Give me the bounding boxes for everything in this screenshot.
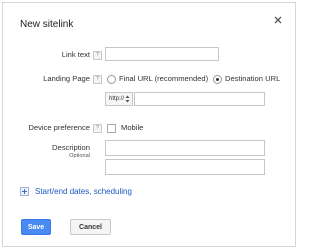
link-text-label: Link text [61,50,90,59]
landing-page-label: Landing Page [43,74,90,83]
dates-scheduling-link[interactable]: Start/end dates, scheduling [35,187,132,196]
protocol-select-value: http:// [109,96,125,102]
description-line1-input[interactable] [105,140,265,156]
cancel-button[interactable]: Cancel [70,219,111,235]
link-text-input[interactable] [105,47,219,61]
select-arrows-icon [125,95,130,103]
save-button[interactable]: Save [21,219,51,235]
dates-scheduling-expander[interactable]: Start/end dates, scheduling [20,187,132,196]
new-sitelink-dialog: New sitelink Link text ? Landing Page ? … [2,2,296,247]
description-optional-label: Optional [69,153,90,159]
dialog-title: New sitelink [20,19,74,30]
destination-url-radio-label[interactable]: Destination URL [225,74,280,83]
mobile-checkbox-label[interactable]: Mobile [121,123,143,132]
final-url-radio-label[interactable]: Final URL (recommended) [119,74,208,83]
device-preference-help-icon[interactable]: ? [93,124,102,133]
destination-url-radio[interactable] [213,75,222,84]
destination-url-input[interactable] [134,92,265,106]
landing-page-help-icon[interactable]: ? [93,75,102,84]
final-url-radio[interactable] [107,75,116,84]
description-line2-input[interactable] [105,159,265,175]
close-icon[interactable] [271,13,285,27]
plus-box-icon [20,187,29,196]
mobile-checkbox[interactable] [107,124,116,133]
description-label: Description [52,143,90,152]
device-preference-label: Device preference [28,123,90,132]
link-text-help-icon[interactable]: ? [93,51,102,60]
protocol-select[interactable]: http:// [105,92,133,106]
